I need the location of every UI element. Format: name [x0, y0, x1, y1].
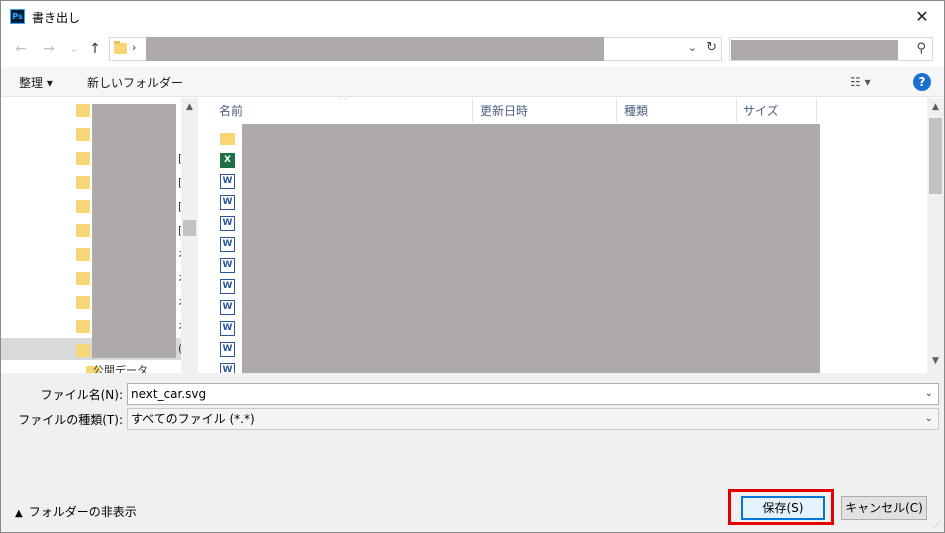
column-divider[interactable] — [816, 98, 817, 122]
sort-ascending-icon: ^ — [339, 98, 348, 106]
filetype-label: ファイルの種類(T): — [18, 413, 123, 427]
word-file-icon[interactable]: W — [220, 363, 235, 373]
word-file-icon[interactable]: W — [220, 216, 235, 231]
forward-arrow-icon[interactable]: → — [39, 39, 59, 59]
folder-icon[interactable] — [76, 344, 90, 357]
command-bar: 整理 ▾ 新しいフォルダー ☷ ▾ ? — [1, 67, 944, 97]
word-file-icon[interactable]: W — [220, 279, 235, 294]
chevron-down-icon[interactable]: ⌄ — [925, 409, 933, 429]
folder-icon[interactable] — [76, 152, 90, 165]
file-list[interactable]: ^ 名前 更新日時 種類 サイズ X W W W W W W W W W W ▲… — [199, 98, 944, 373]
excel-file-icon[interactable]: X — [220, 153, 235, 168]
photoshop-icon: Ps — [10, 9, 25, 24]
scroll-up-icon[interactable]: ▲ — [927, 102, 944, 112]
help-icon[interactable]: ? — [913, 73, 931, 91]
cancel-button[interactable]: キャンセル(C) — [841, 496, 927, 520]
word-file-icon[interactable]: W — [220, 258, 235, 273]
save-button[interactable]: 保存(S) — [741, 496, 825, 520]
word-file-icon[interactable]: W — [220, 342, 235, 357]
address-bar[interactable]: › ⌄ ↻ — [109, 37, 722, 61]
column-header-size[interactable]: サイズ — [743, 102, 779, 119]
resize-grip-icon[interactable]: ⋰ — [933, 520, 941, 529]
folder-icon[interactable] — [76, 296, 90, 309]
redacted-search-text — [731, 40, 898, 60]
redacted-folder-names — [92, 104, 176, 358]
up-arrow-icon[interactable]: ↑ — [85, 39, 105, 59]
scroll-down-icon[interactable]: ▼ — [927, 356, 944, 366]
word-file-icon[interactable]: W — [220, 195, 235, 210]
folder-icon[interactable] — [220, 133, 235, 145]
navigation-pane[interactable]: [ [ [ [ ネ ネ ネ ネ ( 公開データ ▲ — [1, 98, 198, 373]
view-options-icon[interactable]: ☷ ▾ — [850, 75, 871, 89]
search-icon[interactable]: ⚲ — [916, 41, 926, 56]
close-icon[interactable]: ✕ — [900, 1, 944, 32]
chevron-down-icon[interactable]: ⌄ — [925, 384, 933, 404]
search-input[interactable]: ⚲ — [729, 37, 933, 61]
refresh-icon[interactable]: ↻ — [706, 40, 717, 55]
nav-item-label: 公開データ — [93, 364, 148, 373]
chevron-down-icon[interactable]: ⌄ — [688, 41, 697, 54]
back-arrow-icon[interactable]: ← — [11, 39, 31, 59]
filetype-select[interactable]: すべてのファイル (*.*) ⌄ — [127, 408, 939, 430]
hide-folders-toggle[interactable]: ▲ フォルダーの非表示 — [15, 503, 137, 520]
redacted-path — [146, 37, 604, 61]
new-folder-button[interactable]: 新しいフォルダー — [87, 74, 183, 91]
column-divider[interactable] — [472, 98, 473, 122]
folder-icon[interactable] — [76, 176, 90, 189]
caret-up-icon: ▲ — [15, 508, 23, 519]
folder-icon[interactable] — [76, 272, 90, 285]
folder-icon[interactable] — [76, 248, 90, 261]
save-form-area: ファイル名(N): next_car.svg ⌄ ファイルの種類(T): すべて… — [1, 373, 944, 532]
word-file-icon[interactable]: W — [220, 300, 235, 315]
folder-icon[interactable] — [76, 128, 90, 141]
filename-field[interactable]: next_car.svg ⌄ — [127, 383, 939, 405]
title-bar: Ps 書き出し ✕ — [1, 1, 944, 32]
nav-scrollbar[interactable]: ▲ — [181, 98, 198, 373]
folder-icon[interactable] — [76, 200, 90, 213]
filename-value[interactable]: next_car.svg — [131, 387, 206, 401]
column-header-type[interactable]: 種類 — [624, 102, 648, 119]
scroll-up-icon[interactable]: ▲ — [181, 102, 198, 112]
scroll-thumb[interactable] — [183, 220, 196, 236]
folder-icon — [114, 41, 127, 54]
filetype-value[interactable]: すべてのファイル (*.*) — [131, 412, 255, 426]
file-list-scrollbar[interactable]: ▲ ▼ — [927, 98, 944, 373]
recent-locations-icon[interactable]: ⌄ — [64, 39, 84, 59]
column-divider[interactable] — [616, 98, 617, 122]
word-file-icon[interactable]: W — [220, 321, 235, 336]
column-header-name[interactable]: 名前 — [219, 102, 243, 119]
organize-button[interactable]: 整理 ▾ — [19, 74, 53, 91]
word-file-icon[interactable]: W — [220, 237, 235, 252]
folder-icon[interactable] — [76, 224, 90, 237]
column-header-modified[interactable]: 更新日時 — [480, 102, 528, 119]
word-file-icon[interactable]: W — [220, 174, 235, 189]
redacted-file-details — [242, 124, 820, 373]
folder-icon[interactable] — [76, 320, 90, 333]
folder-icon[interactable] — [76, 104, 90, 117]
window-title: 書き出し — [32, 11, 81, 25]
filename-label: ファイル名(N): — [40, 388, 123, 402]
scroll-thumb[interactable] — [929, 118, 942, 194]
hide-folders-label: フォルダーの非表示 — [28, 505, 137, 519]
save-dialog-window: Ps 書き出し ✕ ← → ⌄ ↑ › ⌄ ↻ ⚲ 整理 ▾ 新しいフォルダー … — [0, 0, 945, 533]
column-divider[interactable] — [736, 98, 737, 122]
breadcrumb-chevron-icon[interactable]: › — [132, 41, 136, 54]
